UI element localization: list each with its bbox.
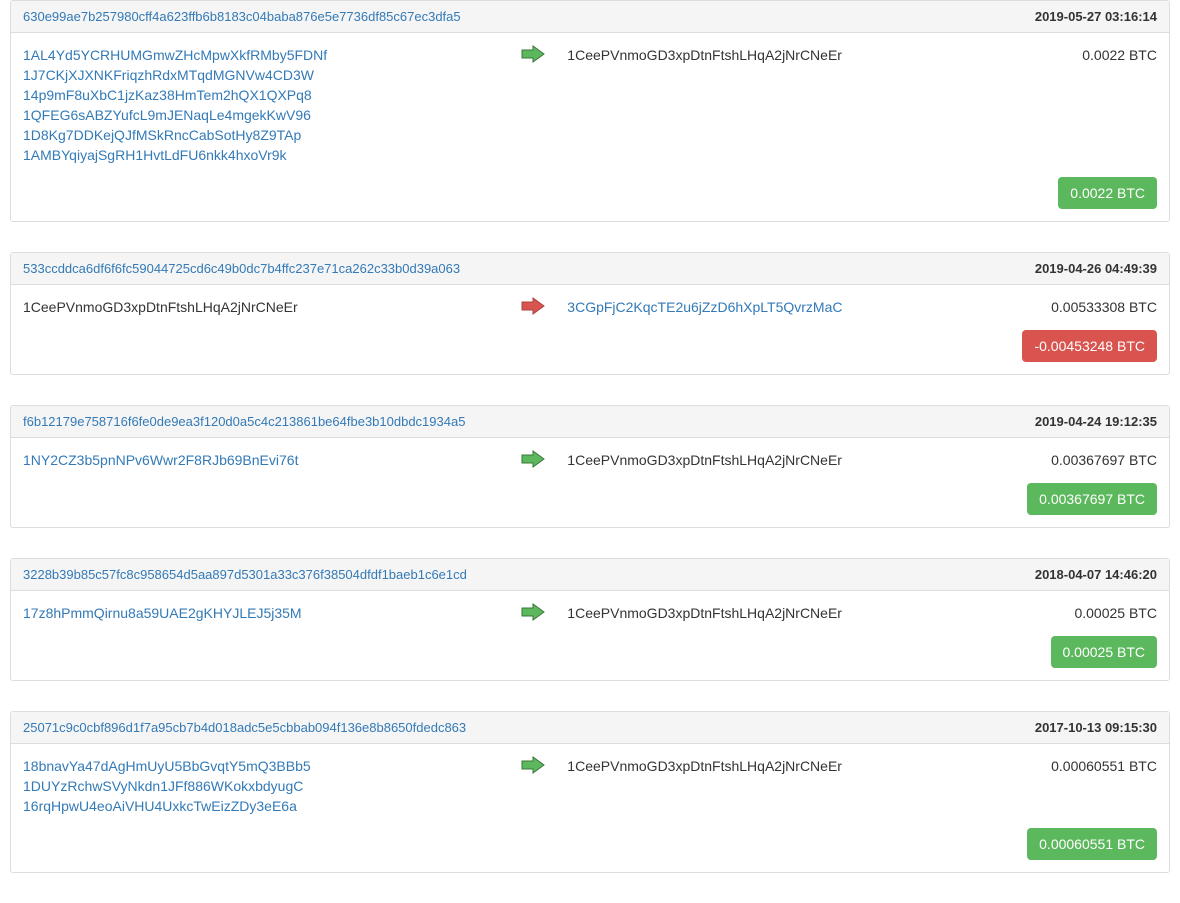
transaction-hash-link[interactable]: 533ccddca6df6f6fc59044725cd6c49b0dc7b4ff… bbox=[23, 261, 460, 276]
amounts-column: 0.00025 BTC bbox=[1021, 603, 1157, 624]
transaction-row: 630e99ae7b257980cff4a623ffb6b8183c04baba… bbox=[10, 0, 1170, 222]
transaction-footer: 0.0022 BTC bbox=[11, 177, 1169, 221]
transaction-timestamp: 2019-05-27 03:16:14 bbox=[1035, 9, 1157, 24]
transaction-header: f6b12179e758716f6fe0de9ea3f120d0a5c4c213… bbox=[11, 406, 1169, 438]
inputs-column: 17z8hPmmQirnu8a59UAE2gKHYJLEJ5j35M bbox=[23, 603, 499, 624]
transaction-hash-link[interactable]: 630e99ae7b257980cff4a623ffb6b8183c04baba… bbox=[23, 9, 461, 24]
transaction-body: 1NY2CZ3b5pnNPv6Wwr2F8RJb69BnEvi76t 1CeeP… bbox=[11, 438, 1169, 483]
inputs-column: 1NY2CZ3b5pnNPv6Wwr2F8RJb69BnEvi76t bbox=[23, 450, 499, 471]
amounts-column: 0.00533308 BTC bbox=[1021, 297, 1157, 318]
output-amount: 0.0022 BTC bbox=[1021, 45, 1157, 65]
amounts-column: 0.0022 BTC bbox=[1021, 45, 1157, 165]
input-address[interactable]: 1DUYzRchwSVyNkdn1JFf886WKokxbdyugC bbox=[23, 776, 499, 796]
transaction-hash-link[interactable]: 25071c9c0cbf896d1f7a95cb7b4d018adc5e5cbb… bbox=[23, 720, 466, 735]
transaction-timestamp: 2017-10-13 09:15:30 bbox=[1035, 720, 1157, 735]
input-address[interactable]: 16rqHpwU4eoAiVHU4UxkcTwEizZDy3eE6a bbox=[23, 796, 499, 816]
net-amount-badge: -0.00453248 BTC bbox=[1022, 330, 1157, 362]
transaction-row: f6b12179e758716f6fe0de9ea3f120d0a5c4c213… bbox=[10, 405, 1170, 528]
arrow-right-green-icon bbox=[499, 603, 567, 624]
transaction-row: 533ccddca6df6f6fc59044725cd6c49b0dc7b4ff… bbox=[10, 252, 1170, 375]
transaction-footer: 0.00367697 BTC bbox=[11, 483, 1169, 527]
transaction-footer: 0.00025 BTC bbox=[11, 636, 1169, 680]
amounts-column: 0.00060551 BTC bbox=[1021, 756, 1157, 816]
input-address[interactable]: 1AMBYqiyajSgRH1HvtLdFU6nkk4hxoVr9k bbox=[23, 145, 499, 165]
inputs-column: 1CeePVnmoGD3xpDtnFtshLHqA2jNrCNeEr bbox=[23, 297, 499, 318]
transaction-footer: -0.00453248 BTC bbox=[11, 330, 1169, 374]
net-amount-badge: 0.00367697 BTC bbox=[1027, 483, 1157, 515]
arrow-right-green-icon bbox=[499, 450, 567, 471]
transaction-timestamp: 2019-04-24 19:12:35 bbox=[1035, 414, 1157, 429]
transaction-hash-link[interactable]: 3228b39b85c57fc8c958654d5aa897d5301a33c3… bbox=[23, 567, 467, 582]
transaction-timestamp: 2019-04-26 04:49:39 bbox=[1035, 261, 1157, 276]
input-address[interactable]: 1AL4Yd5YCRHUMGmwZHcMpwXkfRMby5FDNf bbox=[23, 45, 499, 65]
outputs-column: 3CGpFjC2KqcTE2u6jZzD6hXpLT5QvrzMaC bbox=[567, 297, 1021, 318]
transaction-header: 25071c9c0cbf896d1f7a95cb7b4d018adc5e5cbb… bbox=[11, 712, 1169, 744]
output-address[interactable]: 3CGpFjC2KqcTE2u6jZzD6hXpLT5QvrzMaC bbox=[567, 297, 1021, 317]
input-address[interactable]: 1NY2CZ3b5pnNPv6Wwr2F8RJb69BnEvi76t bbox=[23, 450, 499, 470]
net-amount-badge: 0.00060551 BTC bbox=[1027, 828, 1157, 860]
outputs-column: 1CeePVnmoGD3xpDtnFtshLHqA2jNrCNeEr bbox=[567, 603, 1021, 624]
input-address[interactable]: 1J7CKjXJXNKFriqzhRdxMTqdMGNVw4CD3W bbox=[23, 65, 499, 85]
output-amount: 0.00060551 BTC bbox=[1021, 756, 1157, 776]
input-address[interactable]: 18bnavYa47dAgHmUyU5BbGvqtY5mQ3BBb5 bbox=[23, 756, 499, 776]
output-address: 1CeePVnmoGD3xpDtnFtshLHqA2jNrCNeEr bbox=[567, 603, 1021, 623]
output-address: 1CeePVnmoGD3xpDtnFtshLHqA2jNrCNeEr bbox=[567, 45, 1021, 65]
amounts-column: 0.00367697 BTC bbox=[1021, 450, 1157, 471]
net-amount-badge: 0.00025 BTC bbox=[1051, 636, 1158, 668]
transaction-header: 533ccddca6df6f6fc59044725cd6c49b0dc7b4ff… bbox=[11, 253, 1169, 285]
transaction-body: 1CeePVnmoGD3xpDtnFtshLHqA2jNrCNeEr 3CGpF… bbox=[11, 285, 1169, 330]
transaction-body: 17z8hPmmQirnu8a59UAE2gKHYJLEJ5j35M 1CeeP… bbox=[11, 591, 1169, 636]
transaction-body: 1AL4Yd5YCRHUMGmwZHcMpwXkfRMby5FDNf1J7CKj… bbox=[11, 33, 1169, 177]
transaction-header: 3228b39b85c57fc8c958654d5aa897d5301a33c3… bbox=[11, 559, 1169, 591]
input-address[interactable]: 1D8Kg7DDKejQJfMSkRncCabSotHy8Z9TAp bbox=[23, 125, 499, 145]
outputs-column: 1CeePVnmoGD3xpDtnFtshLHqA2jNrCNeEr bbox=[567, 45, 1021, 165]
transaction-body: 18bnavYa47dAgHmUyU5BbGvqtY5mQ3BBb51DUYzR… bbox=[11, 744, 1169, 828]
net-amount-badge: 0.0022 BTC bbox=[1058, 177, 1157, 209]
inputs-column: 1AL4Yd5YCRHUMGmwZHcMpwXkfRMby5FDNf1J7CKj… bbox=[23, 45, 499, 165]
transaction-timestamp: 2018-04-07 14:46:20 bbox=[1035, 567, 1157, 582]
inputs-column: 18bnavYa47dAgHmUyU5BbGvqtY5mQ3BBb51DUYzR… bbox=[23, 756, 499, 816]
output-address: 1CeePVnmoGD3xpDtnFtshLHqA2jNrCNeEr bbox=[567, 756, 1021, 776]
arrow-right-green-icon bbox=[499, 45, 567, 165]
input-address[interactable]: 14p9mF8uXbC1jzKaz38HmTem2hQX1QXPq8 bbox=[23, 85, 499, 105]
outputs-column: 1CeePVnmoGD3xpDtnFtshLHqA2jNrCNeEr bbox=[567, 756, 1021, 816]
outputs-column: 1CeePVnmoGD3xpDtnFtshLHqA2jNrCNeEr bbox=[567, 450, 1021, 471]
input-address[interactable]: 17z8hPmmQirnu8a59UAE2gKHYJLEJ5j35M bbox=[23, 603, 499, 623]
input-address[interactable]: 1QFEG6sABZYufcL9mJENaqLe4mgekKwV96 bbox=[23, 105, 499, 125]
arrow-right-green-icon bbox=[499, 756, 567, 816]
transaction-hash-link[interactable]: f6b12179e758716f6fe0de9ea3f120d0a5c4c213… bbox=[23, 414, 465, 429]
input-address: 1CeePVnmoGD3xpDtnFtshLHqA2jNrCNeEr bbox=[23, 297, 499, 317]
output-amount: 0.00533308 BTC bbox=[1021, 297, 1157, 317]
transaction-header: 630e99ae7b257980cff4a623ffb6b8183c04baba… bbox=[11, 1, 1169, 33]
arrow-right-red-icon bbox=[499, 297, 567, 318]
transaction-row: 3228b39b85c57fc8c958654d5aa897d5301a33c3… bbox=[10, 558, 1170, 681]
output-amount: 0.00367697 BTC bbox=[1021, 450, 1157, 470]
transaction-row: 25071c9c0cbf896d1f7a95cb7b4d018adc5e5cbb… bbox=[10, 711, 1170, 873]
output-address: 1CeePVnmoGD3xpDtnFtshLHqA2jNrCNeEr bbox=[567, 450, 1021, 470]
output-amount: 0.00025 BTC bbox=[1021, 603, 1157, 623]
